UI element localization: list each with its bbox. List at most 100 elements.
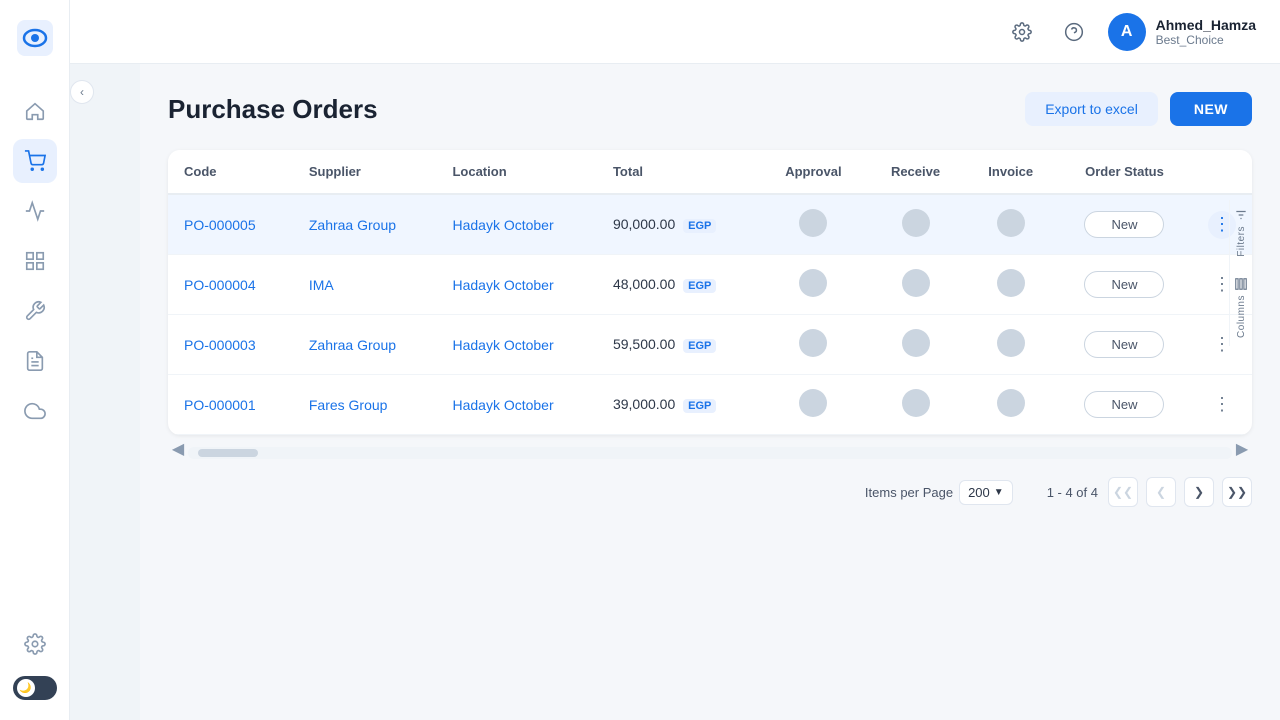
cell-receive [867,375,965,435]
cell-supplier[interactable]: Fares Group [293,375,437,435]
cell-order-status: New [1057,194,1192,255]
order-status-btn[interactable]: New [1084,391,1164,418]
col-code: Code [168,150,293,194]
table-header-row: Code Supplier Location Total Approval Re… [168,150,1252,194]
sidebar-item-tools[interactable] [13,289,57,333]
approval-circle [799,209,827,237]
help-icon[interactable] [1056,14,1092,50]
first-page-btn[interactable]: ❮❮ [1108,477,1138,507]
col-location: Location [436,150,596,194]
invoice-circle [997,389,1025,417]
cell-approval [760,255,866,315]
sidebar-item-reports[interactable] [13,339,57,383]
user-info[interactable]: A Ahmed_Hamza Best_Choice [1108,13,1256,51]
more-options-btn[interactable]: ⋮ [1208,391,1236,419]
per-page-value: 200 [968,485,990,500]
po-code-link[interactable]: PO-000005 [184,217,256,233]
settings-icon[interactable] [1004,14,1040,50]
po-code-link[interactable]: PO-000004 [184,277,256,293]
cell-invoice [964,194,1057,255]
cell-supplier[interactable]: Zahraa Group [293,315,437,375]
amount-value: 59,500.00 [613,336,675,352]
currency-badge: EGP [683,219,716,233]
topbar: A Ahmed_Hamza Best_Choice [70,0,1280,64]
page-header: Purchase Orders Export to excel NEW [168,92,1252,126]
pagination: Items per Page 200 ▼ 1 - 4 of 4 ❮❮ ❮ ❯ ❯… [168,459,1252,525]
cell-receive [867,194,965,255]
sidebar-item-settings[interactable] [13,622,57,666]
cell-invoice [964,375,1057,435]
app-logo[interactable] [17,10,53,66]
currency-badge: EGP [683,279,716,293]
scroll-right-btn[interactable]: ▶ [1232,439,1252,459]
chevron-down-icon: ▼ [994,487,1004,498]
last-page-btn[interactable]: ❯❯ [1222,477,1252,507]
order-status-btn[interactable]: New [1084,211,1164,238]
cell-total: 48,000.00 EGP [597,255,760,315]
receive-circle [902,269,930,297]
cell-actions: ⋮ [1192,375,1252,435]
prev-page-btn[interactable]: ❮ [1146,477,1176,507]
cell-invoice [964,315,1057,375]
po-code-link[interactable]: PO-000003 [184,337,256,353]
topbar-icons: A Ahmed_Hamza Best_Choice [1004,13,1256,51]
cell-supplier[interactable]: IMA [293,255,437,315]
filters-label: Filters [1236,226,1247,257]
cell-invoice [964,255,1057,315]
main-content: Purchase Orders Export to excel NEW Code… [140,64,1280,720]
items-per-page: Items per Page 200 ▼ [865,480,1013,505]
cell-code: PO-000005 [168,194,293,255]
header-actions: Export to excel NEW [1025,92,1252,126]
sidebar-collapse-button[interactable]: ‹ [70,80,94,104]
cell-approval [760,194,866,255]
sidebar-item-purchase[interactable] [13,139,57,183]
horizontal-scrollbar[interactable] [188,447,1232,459]
scrollbar-area: ◀ ▶ [168,439,1252,459]
avatar: A [1108,13,1146,51]
page-title: Purchase Orders [168,94,378,125]
user-name: Ahmed_Hamza [1156,17,1256,33]
export-excel-button[interactable]: Export to excel [1025,92,1158,126]
table-row: PO-000003 Zahraa Group Hadayk October 59… [168,315,1252,375]
amount-value: 39,000.00 [613,396,675,412]
sidebar-item-home[interactable] [13,89,57,133]
new-button[interactable]: NEW [1170,92,1252,126]
cell-approval [760,315,866,375]
cell-supplier[interactable]: Zahraa Group [293,194,437,255]
cell-location[interactable]: Hadayk October [436,315,596,375]
purchase-orders-table: Code Supplier Location Total Approval Re… [168,150,1252,435]
per-page-select[interactable]: 200 ▼ [959,480,1013,505]
order-status-btn[interactable]: New [1084,331,1164,358]
receive-circle [902,389,930,417]
receive-circle [902,329,930,357]
cell-order-status: New [1057,255,1192,315]
cell-total: 39,000.00 EGP [597,375,760,435]
sidebar-item-cloud[interactable] [13,389,57,433]
sidebar-item-analytics[interactable] [13,189,57,233]
scroll-thumb [198,449,258,457]
scroll-left-btn[interactable]: ◀ [168,439,188,459]
columns-label: Columns [1236,295,1247,338]
columns-panel-btn[interactable]: Columns [1234,277,1248,338]
col-invoice: Invoice [964,150,1057,194]
cell-location[interactable]: Hadayk October [436,255,596,315]
currency-badge: EGP [683,339,716,353]
filters-panel-btn[interactable]: Filters [1234,208,1248,257]
approval-circle [799,269,827,297]
order-status-btn[interactable]: New [1084,271,1164,298]
cell-location[interactable]: Hadayk October [436,194,596,255]
sidebar: 🌙 [0,0,70,720]
amount-value: 90,000.00 [613,216,675,232]
cell-total: 90,000.00 EGP [597,194,760,255]
sidebar-item-grid[interactable] [13,239,57,283]
receive-circle [902,209,930,237]
table-row: PO-000004 IMA Hadayk October 48,000.00 E… [168,255,1252,315]
currency-badge: EGP [683,399,716,413]
table-row: PO-000001 Fares Group Hadayk October 39,… [168,375,1252,435]
next-page-btn[interactable]: ❯ [1184,477,1214,507]
invoice-circle [997,269,1025,297]
po-code-link[interactable]: PO-000001 [184,397,256,413]
cell-location[interactable]: Hadayk October [436,375,596,435]
dark-mode-toggle[interactable]: 🌙 [13,676,57,700]
cell-receive [867,255,965,315]
